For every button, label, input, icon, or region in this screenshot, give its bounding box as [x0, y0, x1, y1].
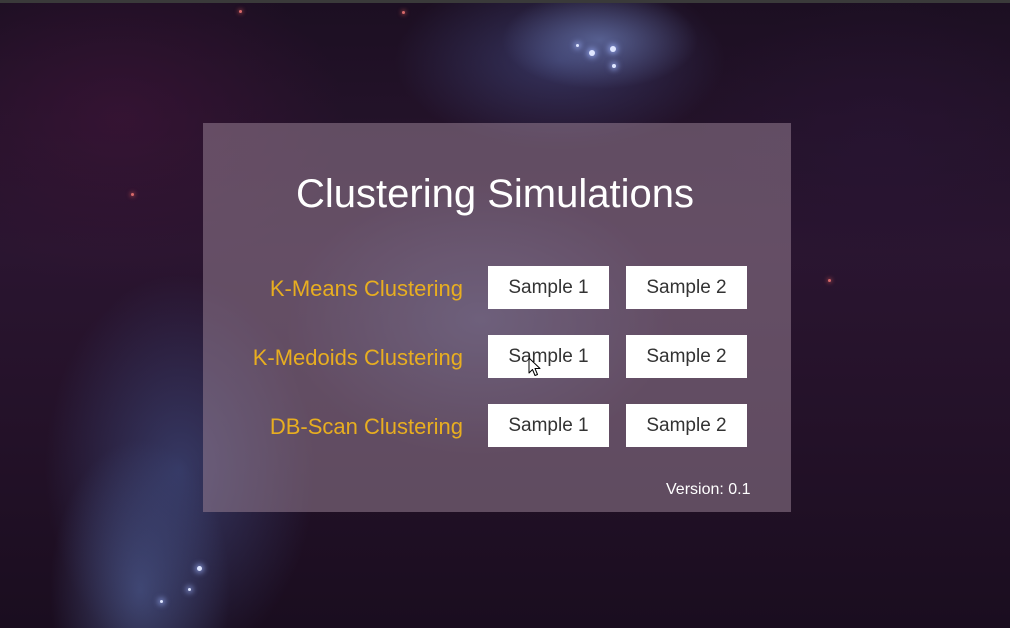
star: [589, 50, 595, 56]
kmeans-label: K-Means Clustering: [269, 276, 463, 301]
page-title: Clustering Simulations: [296, 172, 694, 216]
space-background: Clustering Simulations K-Means Clusterin…: [0, 0, 1010, 628]
star: [610, 46, 616, 52]
kmeans-sample2-button[interactable]: Sample 2: [626, 266, 747, 309]
star: [612, 64, 616, 68]
dbscan-sample1-button[interactable]: Sample 1: [488, 404, 609, 447]
star: [402, 11, 405, 14]
star: [576, 44, 579, 47]
mouse-pointer-icon: [528, 357, 541, 376]
dbscan-sample2-button[interactable]: Sample 2: [626, 404, 747, 447]
dbscan-label: DB-Scan Clustering: [269, 414, 463, 439]
star: [239, 10, 242, 13]
window-top-edge: [0, 0, 1010, 3]
star: [188, 588, 191, 591]
star: [197, 566, 202, 571]
kmedoids-sample2-button[interactable]: Sample 2: [626, 335, 747, 378]
star: [160, 600, 163, 603]
kmeans-sample1-button[interactable]: Sample 1: [488, 266, 609, 309]
star: [828, 279, 831, 282]
kmedoids-label: K-Medoids Clustering: [252, 345, 463, 370]
kmedoids-sample1-button[interactable]: Sample 1: [488, 335, 609, 378]
version-label: Version: 0.1: [666, 481, 751, 498]
